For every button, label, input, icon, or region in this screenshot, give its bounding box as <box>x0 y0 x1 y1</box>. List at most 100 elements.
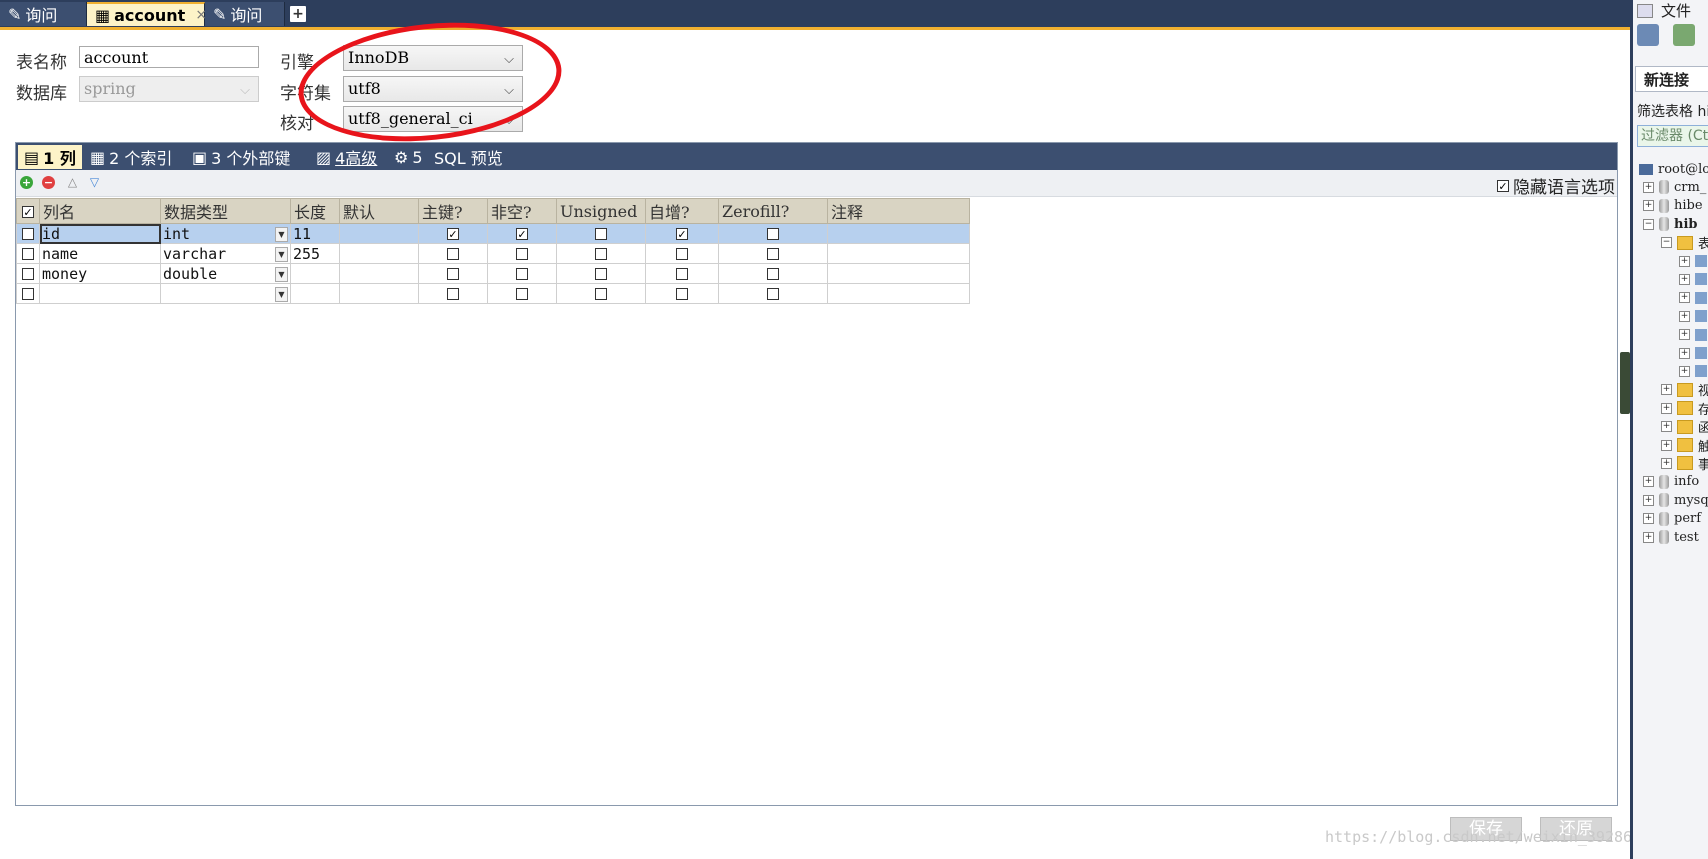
auto-increment-checkbox[interactable] <box>676 268 688 280</box>
zerofill-cell[interactable] <box>718 243 828 264</box>
expand-icon[interactable]: + <box>1643 476 1654 488</box>
expand-icon[interactable]: + <box>1643 531 1654 543</box>
primary-key-checkbox[interactable] <box>447 288 459 300</box>
length-cell[interactable]: 11 <box>290 223 340 244</box>
column-name-cell[interactable]: id <box>39 223 161 244</box>
column-name-cell[interactable]: money <box>39 263 161 284</box>
hide-language-checkbox[interactable]: ✓ <box>1497 179 1509 192</box>
expand-icon[interactable]: + <box>1679 255 1690 267</box>
dropdown-arrow-icon[interactable]: ▼ <box>275 247 288 262</box>
expand-icon[interactable]: + <box>1679 329 1690 341</box>
data-type-cell[interactable]: ▼ <box>160 283 291 304</box>
tree-item-table[interactable]: + <box>1679 326 1708 344</box>
hide-language-options[interactable]: ✓ 隐藏语言选项 <box>1497 173 1615 198</box>
row-select-checkbox[interactable] <box>16 263 40 284</box>
not-null-cell[interactable] <box>487 263 557 284</box>
primary-key-cell[interactable]: ✓ <box>418 223 488 244</box>
primary-key-checkbox[interactable] <box>447 248 459 260</box>
expand-icon[interactable]: + <box>1643 181 1654 193</box>
comment-cell[interactable] <box>827 283 970 304</box>
zerofill-cell[interactable] <box>718 263 828 284</box>
tree-item-table[interactable]: + <box>1679 252 1708 270</box>
length-cell[interactable]: 255 <box>290 243 340 264</box>
auto-increment-checkbox[interactable]: ✓ <box>676 228 688 241</box>
tree-item-folder[interactable]: +存 <box>1661 399 1708 418</box>
unsigned-checkbox[interactable] <box>595 248 607 260</box>
tree-item-folder[interactable]: +视 <box>1661 381 1708 399</box>
tree-item-folder-open[interactable]: −表 <box>1661 234 1708 252</box>
tab-indexes[interactable]: ▦ 2 个索引 <box>84 145 184 169</box>
default-cell[interactable] <box>339 223 419 244</box>
expand-icon[interactable]: + <box>1661 457 1672 469</box>
tree-item-db[interactable]: + hibe <box>1643 197 1703 215</box>
comment-cell[interactable] <box>827 243 970 264</box>
unsigned-checkbox[interactable] <box>595 228 607 240</box>
header-data-type[interactable]: 数据类型 <box>160 198 291 224</box>
file-menu[interactable]: 文件 <box>1661 0 1691 21</box>
expand-icon[interactable]: + <box>1679 292 1690 304</box>
data-type-cell[interactable]: double ▼ <box>160 263 291 284</box>
tab-query-2[interactable]: ✎ 询问 <box>205 2 285 26</box>
tree-item-table[interactable]: + <box>1679 307 1708 325</box>
zerofill-checkbox[interactable] <box>767 248 779 260</box>
auto-increment-checkbox[interactable] <box>676 248 688 260</box>
unsigned-cell[interactable] <box>556 283 646 304</box>
not-null-cell[interactable]: ✓ <box>487 223 557 244</box>
tab-query-1[interactable]: ✎ 询问 <box>0 2 87 26</box>
tree-item-folder[interactable]: +事 <box>1661 454 1708 473</box>
not-null-cell[interactable] <box>487 283 557 304</box>
zerofill-checkbox[interactable] <box>767 288 779 300</box>
data-type-cell[interactable]: varchar ▼ <box>160 243 291 264</box>
length-cell[interactable] <box>290 283 340 304</box>
tree-item-db[interactable]: + info <box>1643 473 1699 491</box>
auto-increment-checkbox[interactable] <box>676 288 688 300</box>
not-null-cell[interactable] <box>487 243 557 264</box>
row-select-checkbox[interactable] <box>16 243 40 264</box>
filter-input[interactable]: 过滤器 (Ct <box>1637 125 1708 147</box>
expand-icon[interactable]: + <box>1661 421 1672 433</box>
table-row[interactable]: name varchar ▼ 255 <box>16 243 970 264</box>
tree-item-table[interactable]: + <box>1679 344 1708 362</box>
expand-icon[interactable]: + <box>1679 273 1690 285</box>
tree-item-table[interactable]: + <box>1679 362 1708 380</box>
splitter-handle[interactable] <box>1620 352 1630 414</box>
header-default[interactable]: 默认 <box>339 198 419 224</box>
zerofill-cell[interactable] <box>718 223 828 244</box>
dropdown-arrow-icon[interactable]: ▼ <box>275 287 288 302</box>
unsigned-cell[interactable] <box>556 263 646 284</box>
tree-item-folder[interactable]: +函 <box>1661 418 1708 436</box>
expand-icon[interactable]: + <box>1643 513 1654 525</box>
auto-increment-cell[interactable] <box>645 243 719 264</box>
not-null-checkbox[interactable]: ✓ <box>516 228 528 241</box>
tree-item-db-open[interactable]: − hib <box>1643 215 1697 233</box>
expand-icon[interactable]: + <box>1661 402 1672 414</box>
unsigned-checkbox[interactable] <box>595 288 607 300</box>
column-name-cell[interactable]: name <box>39 243 161 264</box>
primary-key-cell[interactable] <box>418 283 488 304</box>
new-connection-button[interactable]: 新连接 <box>1635 66 1708 92</box>
tree-item-table[interactable]: + <box>1679 289 1708 307</box>
tree-item-table[interactable]: + <box>1679 270 1708 288</box>
comment-cell[interactable] <box>827 263 970 284</box>
tab-account[interactable]: ▦ account × <box>87 2 207 26</box>
not-null-checkbox[interactable] <box>516 248 528 260</box>
tree-item-server[interactable]: root@lo <box>1639 160 1708 178</box>
dropdown-arrow-icon[interactable]: ▼ <box>275 267 288 282</box>
expand-icon[interactable]: + <box>1661 384 1672 396</box>
primary-key-checkbox[interactable] <box>447 268 459 280</box>
header-not-null[interactable]: 非空? <box>487 198 557 224</box>
default-cell[interactable] <box>339 243 419 264</box>
add-tab-button[interactable]: + <box>290 6 306 22</box>
add-row-icon[interactable]: + <box>20 176 33 189</box>
primary-key-checkbox[interactable]: ✓ <box>447 228 459 241</box>
not-null-checkbox[interactable] <box>516 268 528 280</box>
header-primary-key[interactable]: 主键? <box>418 198 488 224</box>
remove-row-icon[interactable]: − <box>42 176 55 189</box>
tree-item-folder[interactable]: +触 <box>1661 436 1708 455</box>
expand-icon[interactable]: + <box>1679 310 1690 322</box>
column-name-cell[interactable] <box>39 283 161 304</box>
length-cell[interactable] <box>290 263 340 284</box>
unsigned-checkbox[interactable] <box>595 268 607 280</box>
primary-key-cell[interactable] <box>418 243 488 264</box>
header-auto-increment[interactable]: 自增? <box>645 198 719 224</box>
